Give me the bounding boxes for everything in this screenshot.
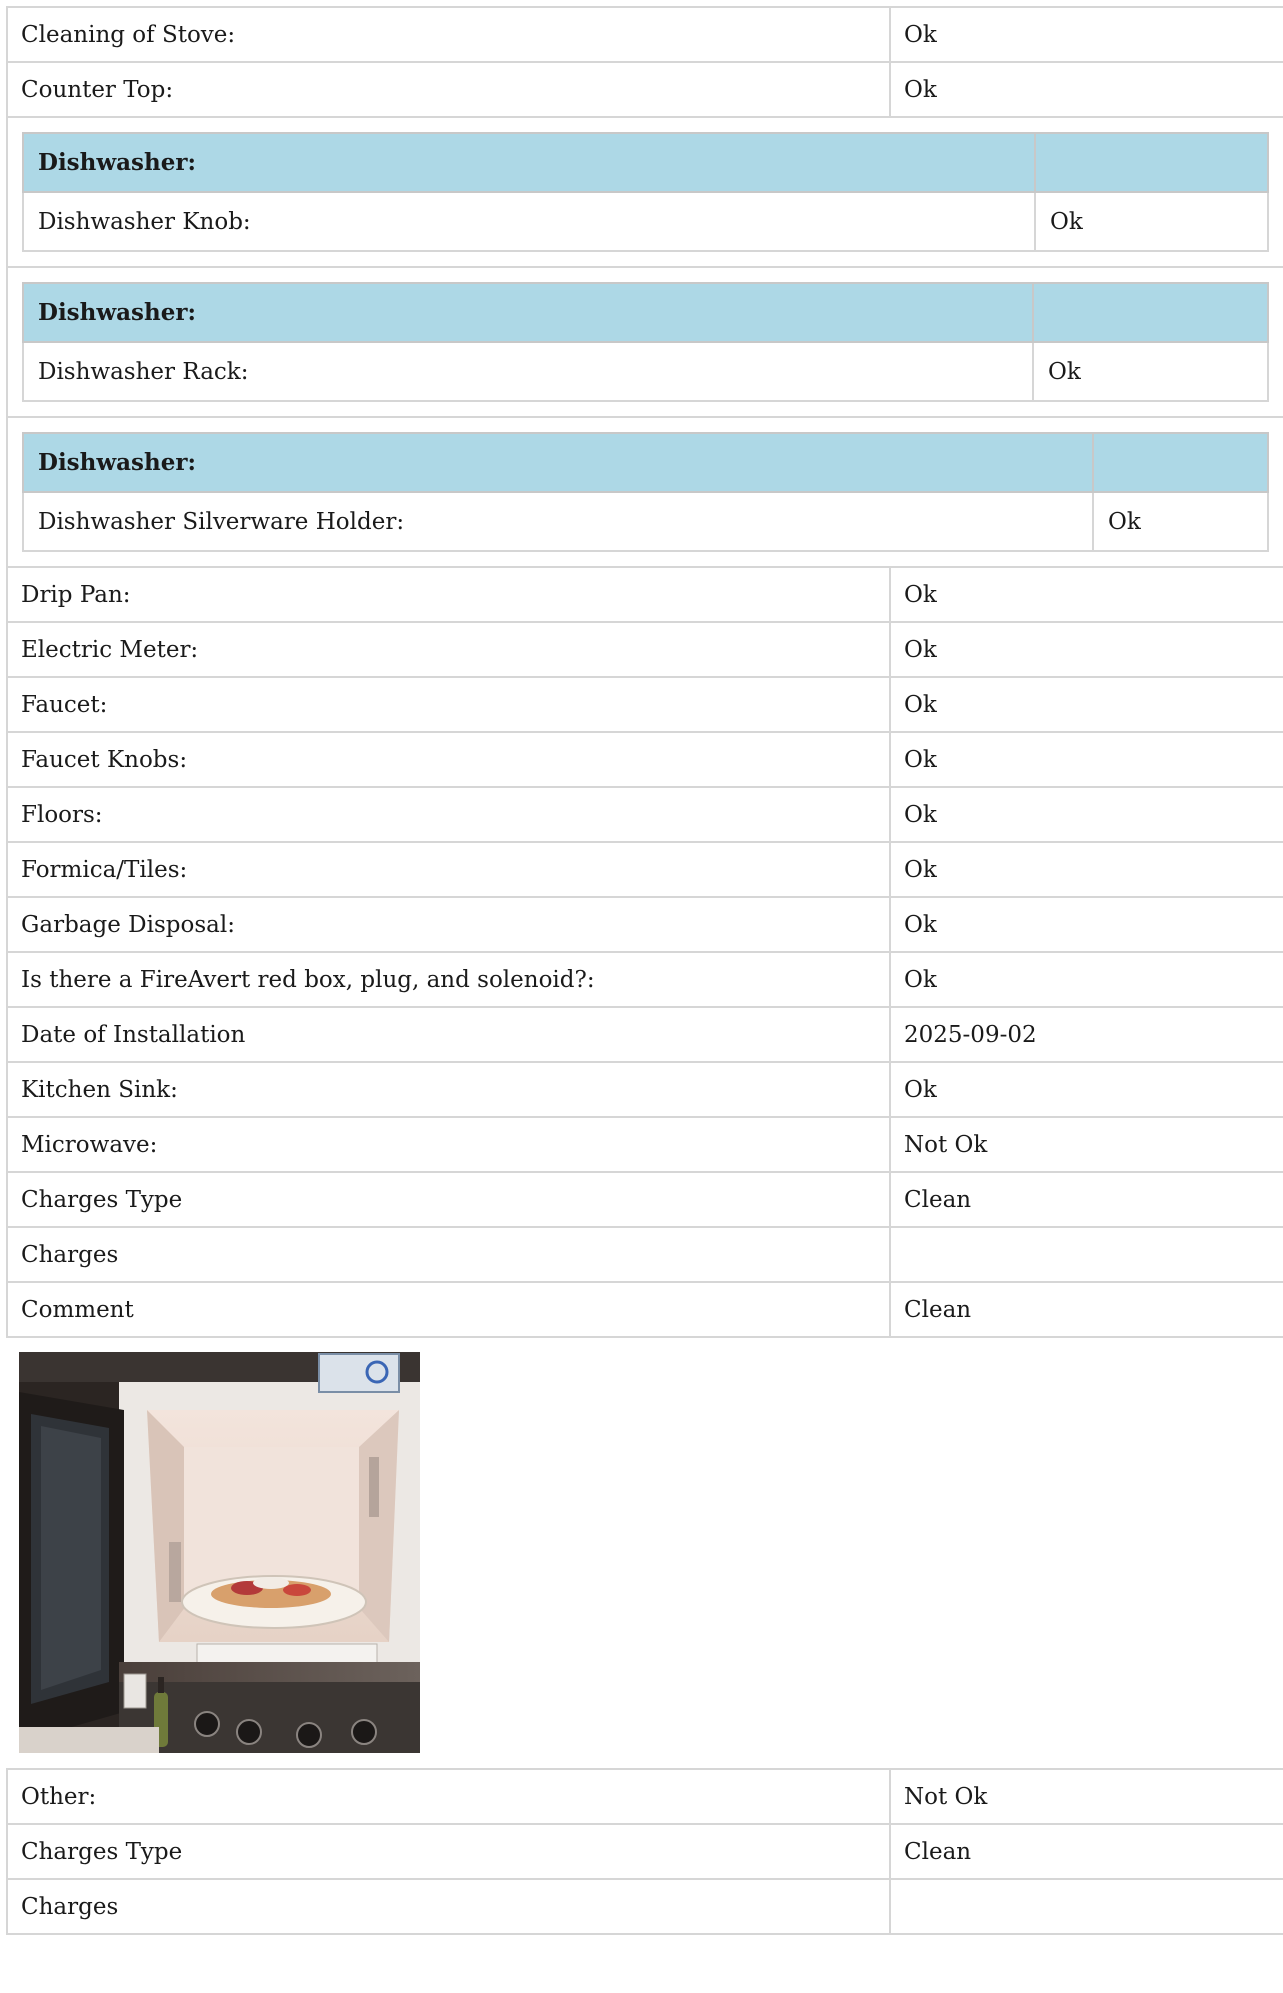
table-row: Faucet Knobs: Ok	[6, 731, 1283, 788]
row-label: Other:	[6, 1768, 891, 1825]
row-label: Charges Type	[6, 1823, 891, 1880]
row-value: Ok	[889, 841, 1283, 898]
table-row: Faucet: Ok	[6, 676, 1283, 733]
dishwasher-subtable: Dishwasher: Dishwasher Silverware Holder…	[22, 432, 1269, 552]
subtable-header: Dishwasher:	[22, 132, 1269, 193]
row-value: Ok	[889, 951, 1283, 1008]
table-row: Kitchen Sink: Ok	[6, 1061, 1283, 1118]
table-row: Date of Installation 2025-09-02	[6, 1006, 1283, 1063]
table-row: Drip Pan: Ok	[6, 566, 1283, 623]
table-row: Is there a FireAvert red box, plug, and …	[6, 951, 1283, 1008]
row-label: Dishwasher Silverware Holder:	[22, 491, 1094, 552]
dishwasher-group-row: Dishwasher: Dishwasher Silverware Holder…	[6, 416, 1283, 568]
row-value: Ok	[889, 676, 1283, 733]
table-row: Formica/Tiles: Ok	[6, 841, 1283, 898]
inspection-report: Cleaning of Stove: Ok Counter Top: Ok Di…	[6, 6, 1283, 1935]
subtable-header-title: Dishwasher:	[22, 432, 1094, 493]
table-row: Charges Type Clean	[6, 1823, 1283, 1880]
inspection-table-bottom: Other: Not Ok Charges Type Clean Charges	[6, 1768, 1283, 1935]
table-row: Cleaning of Stove: Ok	[6, 6, 1283, 63]
row-value: Ok	[889, 1061, 1283, 1118]
subtable-header-empty	[1032, 282, 1269, 343]
table-row: Dishwasher Rack: Ok	[22, 341, 1269, 402]
row-label: Electric Meter:	[6, 621, 891, 678]
subtable-header-empty	[1092, 432, 1269, 493]
row-value: Ok	[889, 621, 1283, 678]
row-value: Not Ok	[889, 1116, 1283, 1173]
table-row: Dishwasher Silverware Holder: Ok	[22, 491, 1269, 552]
row-label: Counter Top:	[6, 61, 891, 118]
subtable-header-empty	[1034, 132, 1269, 193]
row-label: Dishwasher Rack:	[22, 341, 1034, 402]
row-value: Clean	[889, 1281, 1283, 1338]
row-label: Comment	[6, 1281, 891, 1338]
table-row: Other: Not Ok	[6, 1768, 1283, 1825]
row-label: Cleaning of Stove:	[6, 6, 891, 63]
row-label: Charges Type	[6, 1171, 891, 1228]
table-row: Charges	[6, 1878, 1283, 1935]
photo-row	[6, 1338, 1283, 1768]
row-value: Ok	[1032, 341, 1269, 402]
table-row: Counter Top: Ok	[6, 61, 1283, 118]
inspection-table-top: Cleaning of Stove: Ok Counter Top: Ok Di…	[6, 6, 1283, 1338]
row-label: Formica/Tiles:	[6, 841, 891, 898]
row-value	[889, 1226, 1283, 1283]
microwave-photo[interactable]	[19, 1352, 420, 1753]
row-label: Charges	[6, 1226, 891, 1283]
table-row: Microwave: Not Ok	[6, 1116, 1283, 1173]
row-value: Clean	[889, 1171, 1283, 1228]
table-row: Charges	[6, 1226, 1283, 1283]
row-value	[889, 1878, 1283, 1935]
row-value: Ok	[889, 566, 1283, 623]
row-value: Ok	[889, 896, 1283, 953]
subtable-header-title: Dishwasher:	[22, 282, 1034, 343]
row-value: 2025-09-02	[889, 1006, 1283, 1063]
row-label: Charges	[6, 1878, 891, 1935]
subtable-header-title: Dishwasher:	[22, 132, 1036, 193]
table-row: Charges Type Clean	[6, 1171, 1283, 1228]
table-row: Floors: Ok	[6, 786, 1283, 843]
subtable-header: Dishwasher:	[22, 282, 1269, 343]
table-row: Comment Clean	[6, 1281, 1283, 1338]
row-label: Faucet Knobs:	[6, 731, 891, 788]
row-value: Ok	[889, 6, 1283, 63]
dishwasher-subtable: Dishwasher: Dishwasher Knob: Ok	[22, 132, 1269, 252]
row-label: Kitchen Sink:	[6, 1061, 891, 1118]
microwave-photo-image	[19, 1352, 420, 1753]
subtable-header: Dishwasher:	[22, 432, 1269, 493]
row-value: Ok	[1092, 491, 1269, 552]
row-value: Ok	[1034, 191, 1269, 252]
dishwasher-group-row: Dishwasher: Dishwasher Rack: Ok	[6, 266, 1283, 418]
row-label: Dishwasher Knob:	[22, 191, 1036, 252]
row-value: Not Ok	[889, 1768, 1283, 1825]
table-row: Electric Meter: Ok	[6, 621, 1283, 678]
dishwasher-group-row: Dishwasher: Dishwasher Knob: Ok	[6, 116, 1283, 268]
row-value: Clean	[889, 1823, 1283, 1880]
row-value: Ok	[889, 786, 1283, 843]
table-row: Dishwasher Knob: Ok	[22, 191, 1269, 252]
row-label: Drip Pan:	[6, 566, 891, 623]
table-row: Garbage Disposal: Ok	[6, 896, 1283, 953]
row-label: Microwave:	[6, 1116, 891, 1173]
row-label: Date of Installation	[6, 1006, 891, 1063]
row-value: Ok	[889, 61, 1283, 118]
row-value: Ok	[889, 731, 1283, 788]
row-label: Floors:	[6, 786, 891, 843]
dishwasher-subtable: Dishwasher: Dishwasher Rack: Ok	[22, 282, 1269, 402]
row-label: Is there a FireAvert red box, plug, and …	[6, 951, 891, 1008]
row-label: Garbage Disposal:	[6, 896, 891, 953]
row-label: Faucet:	[6, 676, 891, 733]
